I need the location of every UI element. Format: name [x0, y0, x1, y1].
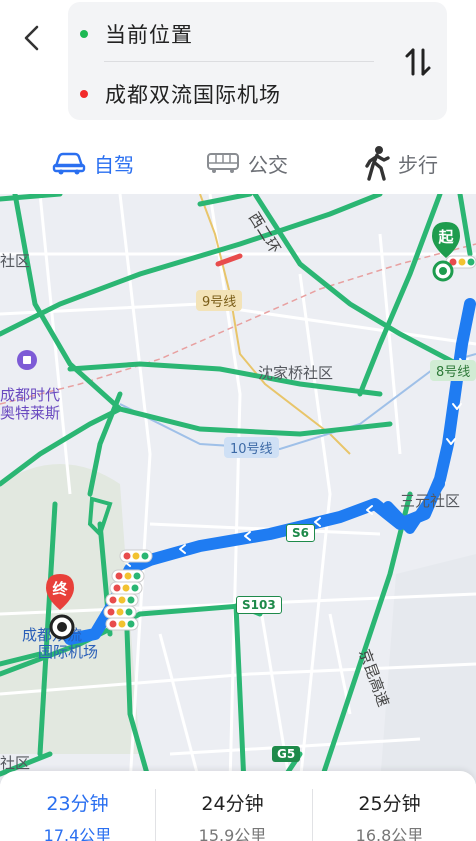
start-location-field[interactable]: 当前位置 [80, 14, 193, 54]
map-label-community-nw: 社区 [0, 252, 31, 270]
back-button[interactable] [14, 20, 50, 56]
car-icon [52, 152, 86, 175]
highway-g5-badge: G5 [272, 746, 301, 762]
walk-icon [365, 146, 390, 181]
highway-s6-badge: S6 [286, 524, 315, 542]
end-marker-text: 终 [52, 580, 68, 598]
route-option-distance: 17.4公里 [43, 826, 112, 841]
map-label-outlet-line2: 奥特莱斯 [0, 404, 61, 422]
tab-bus-label: 公交 [248, 152, 288, 177]
swap-route-button[interactable] [398, 40, 438, 84]
travel-mode-tabs: 自驾 公交 步行 [0, 132, 476, 194]
destination-text: 成都双流国际机场 [105, 83, 281, 107]
tab-drive[interactable]: 自驾 [52, 142, 134, 184]
start-point-icon [432, 260, 454, 282]
swap-arrows-icon [405, 48, 431, 76]
route-option-1[interactable]: 23分钟 17.4公里 [0, 771, 155, 841]
metro-line9-badge: 9号线 [196, 290, 243, 311]
end-dot-icon [80, 90, 88, 98]
route-option-2[interactable]: 24分钟 15.9公里 [155, 771, 310, 841]
map-label-community-sw: 社区 [0, 754, 31, 772]
start-dot-icon [80, 30, 88, 38]
route-option-3[interactable]: 25分钟 16.8公里 [312, 771, 467, 841]
route-option-time: 24分钟 [201, 793, 264, 815]
map-roads [0, 194, 476, 784]
start-marker-text: 起 [438, 228, 454, 246]
route-option-distance: 15.9公里 [198, 826, 267, 841]
destination-field[interactable]: 成都双流国际机场 [80, 74, 281, 114]
highway-s103-badge: S103 [236, 596, 282, 614]
route-option-time: 25分钟 [358, 793, 421, 815]
route-option-time: 23分钟 [46, 793, 109, 815]
chevron-left-icon [24, 25, 39, 51]
tab-bus[interactable]: 公交 [206, 142, 288, 184]
route-header: 当前位置 成都双流国际机场 [0, 0, 476, 128]
navigation-app: 当前位置 成都双流国际机场 自驾 公交 步行 社区 成都时代 奥特莱斯 沈家桥社… [0, 0, 476, 841]
route-input-box: 当前位置 成都双流国际机场 [68, 2, 447, 120]
tab-walk[interactable]: 步行 [364, 142, 438, 184]
metro-line10-badge: 10号线 [224, 437, 279, 458]
tab-walk-label: 步行 [398, 152, 438, 177]
bus-icon [207, 153, 239, 173]
end-point-icon [49, 614, 75, 640]
route-options-panel: 23分钟 17.4公里 24分钟 15.9公里 25分钟 16.8公里 [0, 771, 476, 841]
map-view[interactable]: 社区 成都时代 奥特莱斯 沈家桥社区 三元社区 社区 成都双流 国际机场 西二环… [0, 194, 476, 784]
map-label-shenjiaqiao: 沈家桥社区 [258, 364, 334, 382]
tab-drive-label: 自驾 [94, 152, 134, 177]
start-location-text: 当前位置 [105, 23, 193, 47]
route-option-distance: 16.8公里 [355, 826, 424, 841]
route-divider [104, 61, 374, 62]
map-label-sanyuan: 三元社区 [400, 492, 461, 510]
map-label-airport-line2: 国际机场 [38, 643, 99, 661]
metro-line8-badge: 8号线 [430, 360, 476, 381]
